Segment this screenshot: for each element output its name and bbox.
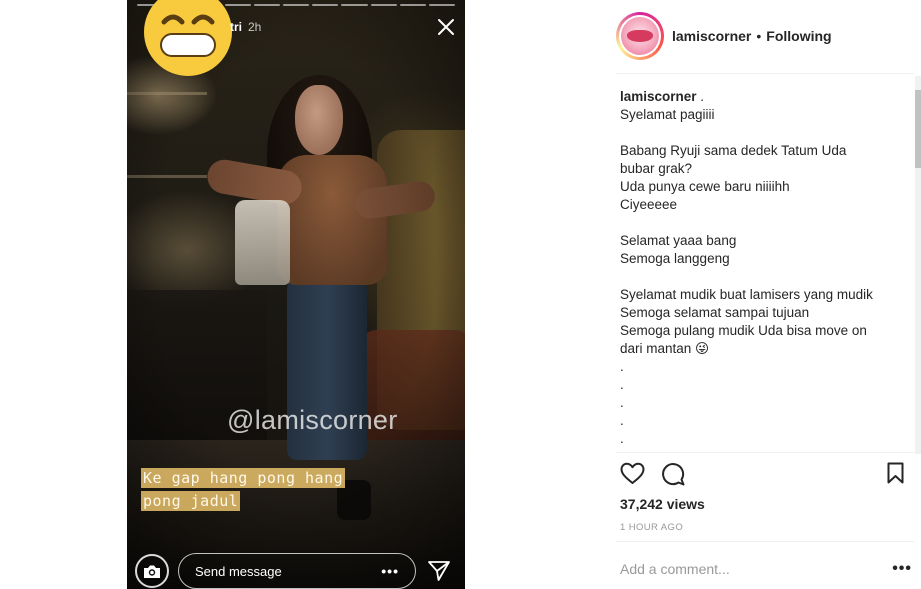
caption-line: bubar grak?: [620, 161, 693, 176]
caption-line: .: [696, 89, 705, 104]
post-author-link[interactable]: lamiscorner: [672, 28, 751, 44]
story-author[interactable]: tri 2h: [230, 20, 261, 34]
caption-scrollbar[interactable]: [915, 76, 921, 454]
caption-line: .: [620, 395, 624, 410]
comment-icon[interactable]: [661, 462, 685, 486]
post-caption: lamiscorner . Syelamat pagiiii Babang Ryu…: [620, 88, 912, 450]
actions-divider: [616, 452, 914, 453]
progress-segment: [312, 4, 339, 6]
progress-segment: [399, 4, 426, 6]
caption-line: .: [620, 359, 624, 374]
caption-line: Uda punya cewe baru niiiihh: [620, 179, 790, 194]
add-comment-input[interactable]: Add a comment... •••: [620, 553, 912, 585]
caption-line: [620, 268, 912, 286]
caption-line: Selamat yaaa bang: [620, 233, 737, 248]
story-watermark: @lamiscorner: [227, 405, 398, 435]
comment-divider: [616, 541, 914, 542]
progress-segment: [282, 4, 310, 6]
caption-line: [620, 214, 912, 232]
header-separator: •: [756, 28, 762, 44]
close-icon[interactable]: [437, 18, 455, 36]
caption-line: .: [620, 413, 624, 428]
post-actions: [620, 462, 912, 488]
header-divider: [616, 73, 914, 74]
story-viewer[interactable]: tri 2h @lamiscorner Ke gap hang pong hang…: [127, 0, 465, 589]
caption-line: Semoga selamat sampai tujuan: [620, 305, 810, 320]
bookmark-icon[interactable]: [887, 462, 904, 484]
caption-line: Syelamat pagiiii: [620, 107, 715, 122]
camera-button[interactable]: [135, 554, 169, 588]
story-overlay-text-line: Ke gap hang pong hang: [141, 468, 346, 488]
caption-first-line: lamiscorner .: [620, 88, 912, 106]
progress-segment: [253, 4, 280, 6]
add-comment-placeholder: Add a comment...: [620, 561, 730, 577]
progress-segment: [428, 4, 456, 6]
avatar-image: [621, 17, 659, 55]
caption-line: Syelamat mudik buat lamisers yang mudik: [620, 287, 873, 302]
send-message-placeholder: Send message: [195, 563, 282, 579]
caption-line: Ciyeeeee: [620, 197, 678, 212]
caption-line: .: [620, 431, 624, 446]
camera-icon: [144, 565, 160, 578]
post-time-ago[interactable]: 1 HOUR AGO: [620, 522, 683, 533]
more-options-icon[interactable]: •••: [381, 563, 399, 579]
progress-segment: [341, 4, 368, 6]
caption-author-link[interactable]: lamiscorner: [620, 89, 697, 104]
caption-line: [620, 124, 912, 142]
caption-line: Babang Ryuji sama dedek Tatum Uda: [620, 143, 847, 158]
more-options-icon[interactable]: •••: [892, 560, 912, 578]
caption-line: dari mantan 😜: [620, 341, 710, 356]
scrollbar-thumb[interactable]: [915, 90, 921, 168]
heart-icon[interactable]: [620, 462, 645, 486]
story-time-ago: 2h: [248, 20, 262, 34]
story-username[interactable]: tri: [230, 20, 242, 34]
avatar[interactable]: [616, 12, 664, 60]
caption-body: Syelamat pagiiii Babang Ryuji sama dedek …: [620, 106, 912, 448]
story-overlay-text-line: pong jadul: [141, 491, 241, 511]
view-count[interactable]: 37,242 views: [620, 496, 705, 512]
grinning-face-emoji-icon: [144, 0, 232, 76]
caption-line: .: [620, 377, 624, 392]
following-button[interactable]: Following: [766, 28, 831, 44]
send-message-input[interactable]: Send message •••: [178, 553, 416, 589]
lips-logo-icon: [627, 30, 653, 42]
progress-segment: [370, 4, 397, 6]
caption-line: Semoga pulang mudik Uda bisa move on: [620, 323, 867, 338]
send-direct-icon[interactable]: [427, 559, 451, 583]
post-header: lamiscorner • Following: [616, 10, 916, 62]
caption-line: Semoga langgeng: [620, 251, 730, 266]
